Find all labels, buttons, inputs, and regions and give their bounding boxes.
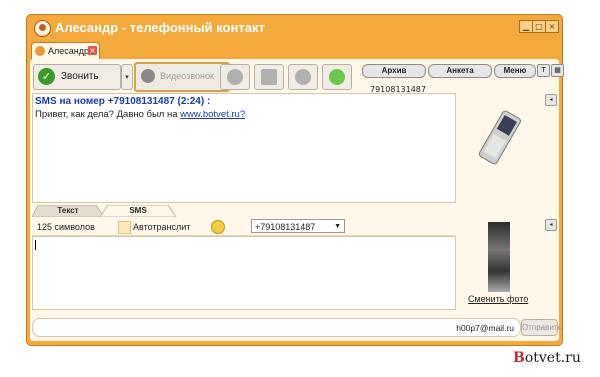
video-call-label: Видеозвонок <box>160 71 214 81</box>
call-dropdown-button[interactable]: ▾ <box>121 64 133 90</box>
leaf-icon <box>329 69 345 85</box>
smiley-icon[interactable] <box>211 220 225 234</box>
webcam-icon <box>141 69 155 83</box>
watermark-rest: otvet.ru <box>524 350 581 366</box>
translit-label: Автотранслит <box>133 222 191 232</box>
collapse-bottom-icon[interactable]: ◂ <box>545 219 557 231</box>
close-icon[interactable]: × <box>545 20 559 33</box>
globe-icon <box>227 69 243 85</box>
checkmark-icon: ✓ <box>38 68 55 85</box>
minimize-icon[interactable]: ▁ <box>519 20 533 33</box>
grid-icon[interactable]: ▦ <box>551 64 564 77</box>
save-button[interactable] <box>254 64 284 90</box>
translit-checkbox[interactable] <box>118 221 131 234</box>
maximize-icon[interactable]: □ <box>532 20 546 33</box>
tab-contact[interactable]: Алесандр × <box>31 42 100 60</box>
call-button-label: Звонить <box>61 71 99 82</box>
sms-button[interactable] <box>322 64 352 90</box>
phone-select-value: +79108131487 <box>255 222 316 232</box>
message-link[interactable]: www.botvet.ru? <box>180 109 245 120</box>
tab-close-icon[interactable]: × <box>88 46 97 55</box>
message-body: Привет, как дела? Давно был на www.botve… <box>35 109 245 120</box>
tab-text[interactable]: Текст <box>46 205 90 217</box>
char-count: 125 символов <box>37 222 95 232</box>
phone-select[interactable]: +79108131487 ▼ <box>251 219 345 233</box>
message-header: SMS на номер +79108131487 (2:24) : <box>35 96 211 107</box>
message-input[interactable] <box>32 236 456 310</box>
message-text: Привет, как дела? Давно был на <box>35 109 178 120</box>
text-caret <box>35 240 36 250</box>
watermark-prefix: B <box>513 350 525 366</box>
site-watermark: Botvet.ru <box>513 350 581 366</box>
title-bar: Алесандр - телефонный контакт ▁ □ × <box>27 15 562 41</box>
archive-button[interactable]: Архив <box>362 64 426 78</box>
collapse-top-icon[interactable]: ◂ <box>545 94 557 106</box>
contacts-button[interactable] <box>288 64 318 90</box>
status-bar: h00p7@mail.ru <box>32 318 521 337</box>
account-email: h00p7@mail.ru <box>456 323 514 333</box>
font-icon[interactable]: T <box>537 64 550 77</box>
contact-icon <box>34 20 51 37</box>
main-panel: ✓ Звонить ▾ Видеозвонок Архив Анкета Мен… <box>30 59 564 341</box>
call-button[interactable]: ✓ Звонить <box>33 64 121 90</box>
tab-contact-label: Алесандр <box>48 46 89 56</box>
chat-history[interactable]: SMS на номер +79108131487 (2:24) : Приве… <box>32 93 456 203</box>
profile-button[interactable]: Анкета <box>428 64 492 78</box>
disk-icon <box>261 69 277 85</box>
mobile-phone-icon <box>478 110 521 165</box>
people-icon <box>295 69 311 85</box>
menu-button[interactable]: Меню <box>494 64 536 78</box>
composer-toolbar: 125 символов Автотранслит +79108131487 ▼ <box>32 218 454 236</box>
photo-area: Сменить фото <box>456 218 541 308</box>
avatar <box>35 46 45 56</box>
chevron-down-icon: ▼ <box>334 223 341 230</box>
web-button[interactable] <box>220 64 250 90</box>
contact-image-area <box>456 93 541 201</box>
window-title: Алесандр - телефонный контакт <box>55 20 265 35</box>
contact-photo <box>488 222 510 292</box>
video-call-button[interactable]: Видеозвонок <box>134 62 230 92</box>
tab-sms[interactable]: SMS <box>116 205 160 217</box>
change-photo-link[interactable]: Сменить фото <box>468 294 528 304</box>
send-button[interactable]: Отправить <box>521 319 562 336</box>
app-window: Алесандр - телефонный контакт ▁ □ × Алес… <box>26 14 564 346</box>
